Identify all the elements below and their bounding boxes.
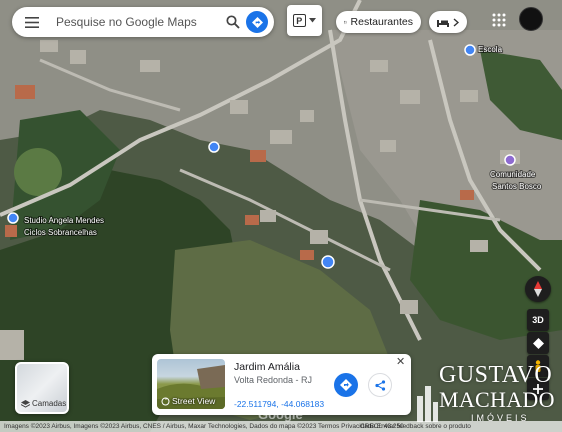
svg-text:P: P [296,16,302,26]
compass-icon [534,281,542,297]
search-input[interactable] [52,9,220,35]
search-box [12,7,274,37]
menu-icon[interactable] [12,7,52,37]
label-church-sub: Santos Bosco [492,182,542,191]
map-attribution: Imagens ©2023 Airbus, Imagens ©2023 Airb… [0,421,562,432]
share-icon [374,379,385,391]
label-school: Escola [478,45,503,54]
search-icon[interactable] [220,7,246,37]
street-view-label: Street View [172,396,216,406]
location-icon [532,337,544,349]
google-watermark: Google [258,407,303,422]
close-icon[interactable]: ✕ [396,356,405,368]
parking-icon: P [293,14,306,27]
restaurants-label: Restaurantes [350,16,413,28]
fork-knife-icon [344,20,347,24]
3d-button[interactable]: 3D [527,309,549,331]
building-logo-icon [417,386,438,422]
card-share-button[interactable] [368,373,392,397]
creci-label: CRECI: 43.250 [360,423,404,430]
layers-label: Camadas [32,399,67,408]
place-region: Volta Redonda - RJ [234,375,313,385]
chevron-down-icon [309,18,316,23]
layers-label-wrap: Camadas [21,399,66,408]
directions-icon [340,379,352,391]
street-view-label-wrap: Street View [161,396,215,406]
apps-grid-icon[interactable] [487,8,511,32]
brand-line2: MACHADO [439,387,555,412]
rotate-360-icon [161,397,170,405]
brand-line1: GUSTAVO [439,362,553,388]
directions-icon[interactable] [246,11,268,33]
restaurants-chip[interactable]: Restaurantes [336,11,421,33]
chevron-right-icon [453,17,459,27]
layers-icon [21,399,30,408]
label-church: Comunidade [490,170,536,179]
my-location-button[interactable] [527,332,549,354]
label-studio-sub: Ciclos Sobrancelhas [24,228,97,237]
label-studio: Studio Angela Mendes [24,216,104,225]
avatar[interactable] [519,7,543,31]
brand-watermark: GUSTAVO MACHADO IMÓVEIS [415,362,557,426]
place-title: Jardim Amália [234,361,300,373]
street-view-thumbnail[interactable]: Street View [157,359,225,409]
layers-button[interactable]: Camadas [15,362,69,414]
card-directions-button[interactable] [334,373,358,397]
bed-icon [437,19,449,27]
transit-button[interactable]: P [287,5,322,36]
place-info-card[interactable]: Street View Jardim Amália Volta Redonda … [152,354,411,415]
hotels-chip[interactable] [429,11,467,33]
compass-button[interactable] [525,276,551,302]
